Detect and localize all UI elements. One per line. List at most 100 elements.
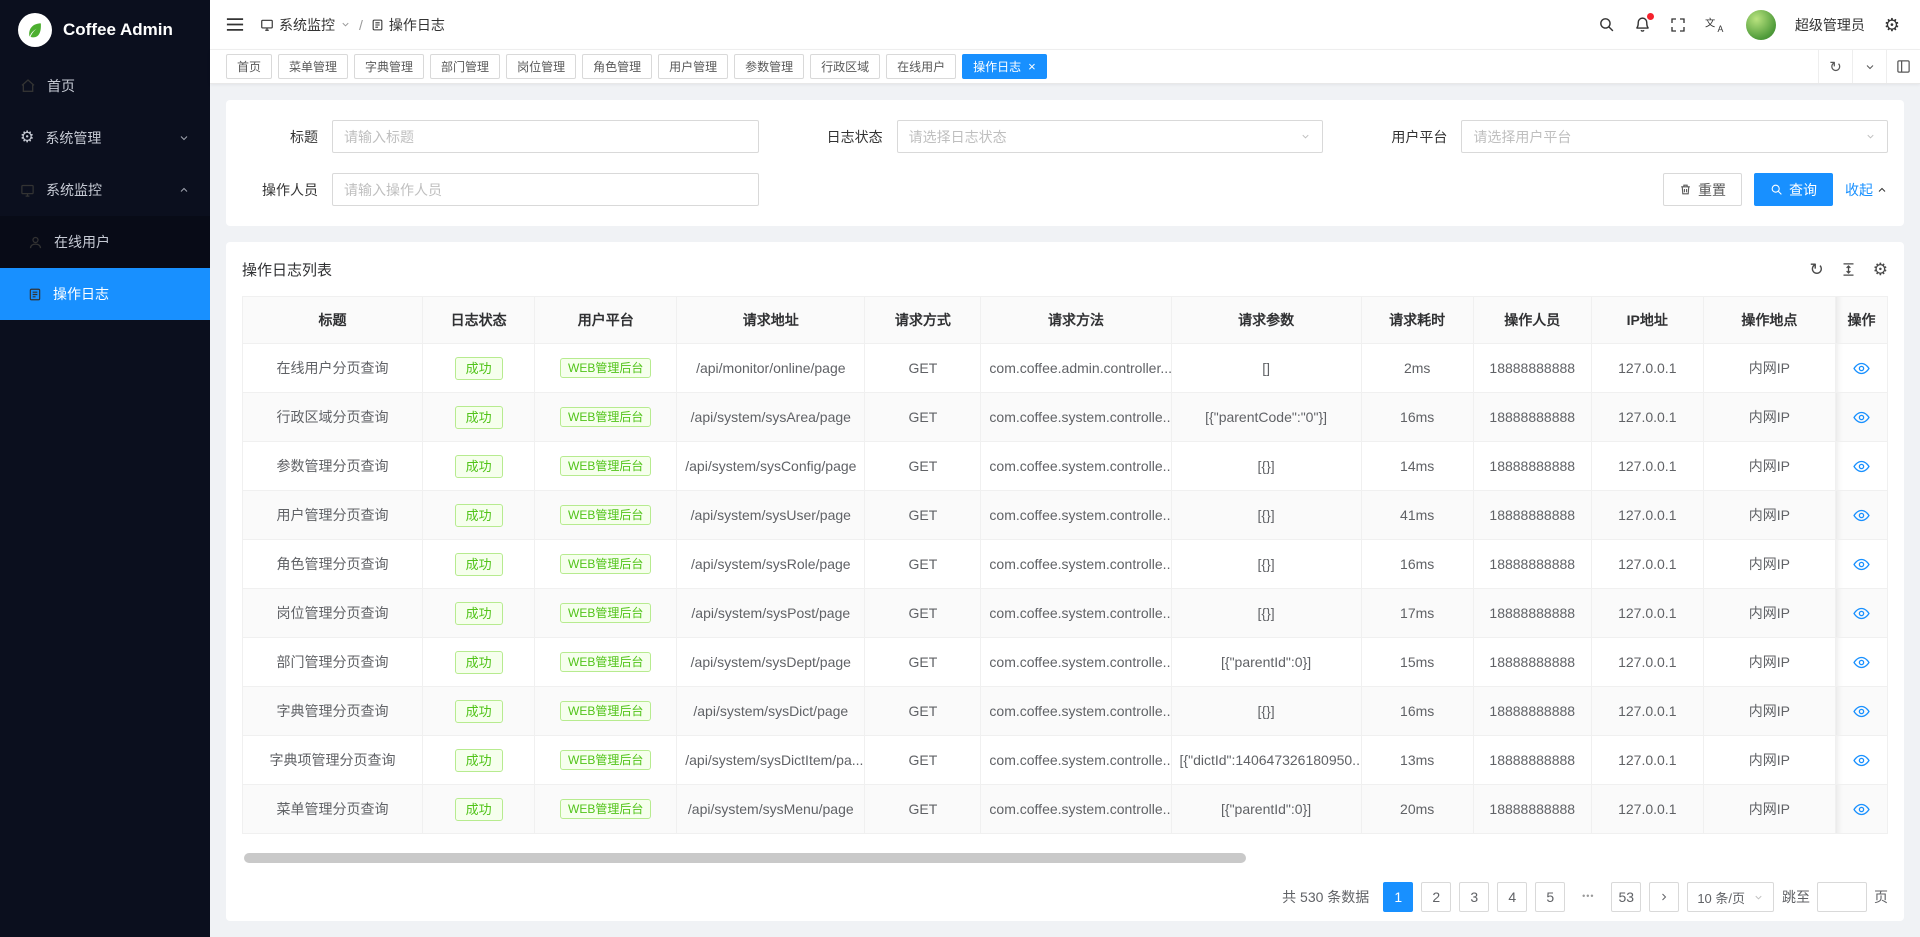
tab-部门管理[interactable]: 部门管理: [430, 54, 500, 79]
cell-location: 内网IP: [1703, 442, 1835, 491]
view-eye-icon[interactable]: [1853, 801, 1870, 818]
horizontal-scrollbar-thumb[interactable]: [244, 853, 1246, 863]
cell-ip: 127.0.0.1: [1591, 687, 1703, 736]
tab-用户管理[interactable]: 用户管理: [658, 54, 728, 79]
view-eye-icon[interactable]: [1853, 458, 1870, 475]
cell-operator: 18888888888: [1473, 687, 1591, 736]
cell-ip: 127.0.0.1: [1591, 393, 1703, 442]
table-tools: ↻ ⚙: [1810, 261, 1889, 278]
page-size-select[interactable]: 10 条/页: [1687, 882, 1774, 912]
cell-handler: com.coffee.system.controlle...: [981, 442, 1171, 491]
title-input[interactable]: [332, 120, 759, 153]
search-icon[interactable]: [1598, 16, 1615, 33]
notification-bell-icon[interactable]: [1634, 16, 1651, 33]
tab-菜单管理[interactable]: 菜单管理: [278, 54, 348, 79]
row-height-icon[interactable]: [1841, 262, 1856, 277]
cell-ip: 127.0.0.1: [1591, 785, 1703, 834]
view-eye-icon[interactable]: [1853, 605, 1870, 622]
filter-card: 标题 日志状态 请选择日志状态 用户平台 请选择用户平台: [226, 100, 1904, 226]
settings-gear-icon[interactable]: ⚙: [1884, 16, 1900, 34]
sidebar-item-system-monitor[interactable]: 系统监控: [0, 164, 210, 216]
status-label: 日志状态: [807, 127, 883, 147]
cell-operator: 18888888888: [1473, 736, 1591, 785]
tab-在线用户[interactable]: 在线用户: [886, 54, 956, 79]
app-logo[interactable]: Coffee Admin: [0, 0, 210, 60]
translate-icon[interactable]: 文A: [1705, 16, 1727, 33]
table-row: 字典项管理分页查询成功WEB管理后台/api/system/sysDictIte…: [243, 736, 1888, 785]
chevron-down-icon: [1865, 131, 1876, 142]
tab-close-icon[interactable]: ×: [1028, 60, 1036, 73]
status-badge: 成功: [455, 602, 503, 625]
page-size-value: 10 条/页: [1697, 888, 1745, 907]
table-row: 在线用户分页查询成功WEB管理后台/api/monitor/online/pag…: [243, 344, 1888, 393]
cell-title: 字典项管理分页查询: [243, 736, 423, 785]
cell-platform: WEB管理后台: [535, 393, 677, 442]
tab-行政区域[interactable]: 行政区域: [810, 54, 880, 79]
breadcrumb-item-system-monitor[interactable]: 系统监控: [260, 15, 351, 35]
cell-location: 内网IP: [1703, 687, 1835, 736]
table-body: 在线用户分页查询成功WEB管理后台/api/monitor/online/pag…: [243, 344, 1888, 834]
view-eye-icon[interactable]: [1853, 409, 1870, 426]
cell-location: 内网IP: [1703, 638, 1835, 687]
sidebar-menu: 首页 ⚙ 系统管理 系统监控 在线用户 操作日志: [0, 60, 210, 937]
tab-首页[interactable]: 首页: [226, 54, 272, 79]
collapse-sidebar-button[interactable]: [226, 17, 244, 32]
cell-title: 菜单管理分页查询: [243, 785, 423, 834]
platform-select[interactable]: 请选择用户平台: [1461, 120, 1888, 153]
sidebar-item-system-management[interactable]: ⚙ 系统管理: [0, 112, 210, 164]
tab-参数管理[interactable]: 参数管理: [734, 54, 804, 79]
sidebar-item-label: 在线用户: [54, 232, 110, 252]
sidebar-item-home[interactable]: 首页: [0, 60, 210, 112]
cell-method: GET: [865, 540, 981, 589]
page-button-2[interactable]: 2: [1421, 882, 1451, 912]
cell-action: [1835, 491, 1887, 540]
collapse-button[interactable]: 收起: [1845, 180, 1888, 200]
page-ellipsis[interactable]: •••: [1573, 882, 1603, 912]
tabs-dropdown-icon[interactable]: [1852, 50, 1886, 83]
refresh-icon[interactable]: ↻: [1810, 261, 1824, 278]
tab-操作日志[interactable]: 操作日志×: [962, 54, 1047, 79]
cell-title: 用户管理分页查询: [243, 491, 423, 540]
platform-label: 用户平台: [1371, 127, 1447, 147]
column-settings-gear-icon[interactable]: ⚙: [1873, 261, 1888, 278]
tabs-refresh-icon[interactable]: ↻: [1818, 50, 1852, 83]
view-eye-icon[interactable]: [1853, 654, 1870, 671]
page-button-1[interactable]: 1: [1383, 882, 1413, 912]
operator-input[interactable]: [332, 173, 759, 206]
page-button-5[interactable]: 5: [1535, 882, 1565, 912]
fullscreen-icon[interactable]: [1670, 17, 1686, 33]
sidebar-item-online-users[interactable]: 在线用户: [0, 216, 210, 268]
column-header-标题: 标题: [243, 297, 423, 344]
view-eye-icon[interactable]: [1853, 703, 1870, 720]
view-eye-icon[interactable]: [1853, 556, 1870, 573]
tab-字典管理[interactable]: 字典管理: [354, 54, 424, 79]
page-button-3[interactable]: 3: [1459, 882, 1489, 912]
tab-label: 行政区域: [821, 58, 869, 75]
cell-location: 内网IP: [1703, 393, 1835, 442]
view-eye-icon[interactable]: [1853, 752, 1870, 769]
next-page-button[interactable]: [1649, 882, 1679, 912]
jump-page-input[interactable]: [1817, 882, 1867, 912]
view-eye-icon[interactable]: [1853, 360, 1870, 377]
avatar[interactable]: [1746, 10, 1776, 40]
view-eye-icon[interactable]: [1853, 507, 1870, 524]
tabs-layout-icon[interactable]: [1886, 50, 1920, 83]
status-select[interactable]: 请选择日志状态: [897, 120, 1324, 153]
page-button-53[interactable]: 53: [1611, 882, 1641, 912]
column-header-请求参数: 请求参数: [1171, 297, 1361, 344]
reset-button[interactable]: 重置: [1663, 173, 1742, 206]
sidebar-item-label: 系统监控: [46, 180, 102, 200]
cell-method: GET: [865, 344, 981, 393]
tab-角色管理[interactable]: 角色管理: [582, 54, 652, 79]
page-button-4[interactable]: 4: [1497, 882, 1527, 912]
monitor-icon: [20, 183, 35, 198]
main-area: 系统监控 / 操作日志 文A 超级管理员 ⚙: [210, 0, 1920, 937]
table-wrap: 标题日志状态用户平台请求地址请求方式请求方法请求参数请求耗时操作人员IP地址操作…: [242, 296, 1888, 834]
query-button[interactable]: 查询: [1754, 173, 1833, 206]
tab-岗位管理[interactable]: 岗位管理: [506, 54, 576, 79]
platform-field: 用户平台 请选择用户平台: [1371, 120, 1888, 153]
cell-platform: WEB管理后台: [535, 687, 677, 736]
cell-location: 内网IP: [1703, 540, 1835, 589]
sidebar-item-operation-log[interactable]: 操作日志: [0, 268, 210, 320]
cell-location: 内网IP: [1703, 785, 1835, 834]
